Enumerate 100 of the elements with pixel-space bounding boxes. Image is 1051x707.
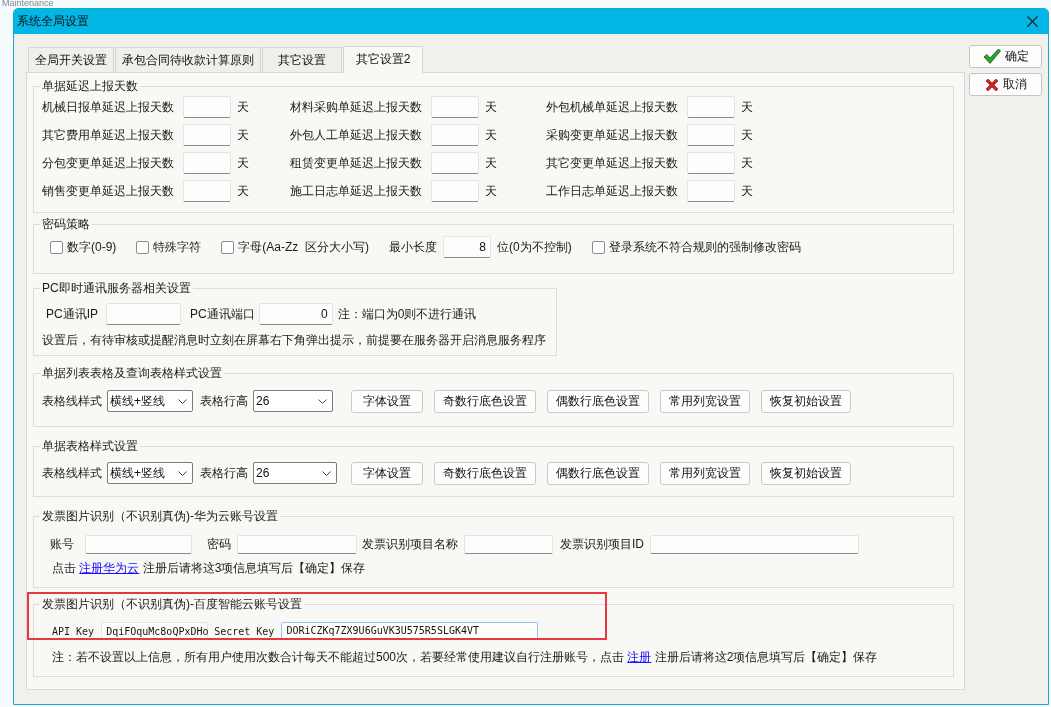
window-title: 系统全局设置	[17, 13, 89, 30]
unit-label: 天	[741, 98, 753, 116]
group-title: 发票图片识别（不识别真伪)-华为云账号设置	[41, 509, 279, 523]
input-field[interactable]	[687, 152, 735, 174]
tab[interactable]: 承包合同待收款计算原则	[115, 47, 261, 72]
dropdown[interactable]: 横线+竖线	[107, 462, 193, 484]
settings-button[interactable]: 恢复初始设置	[761, 461, 851, 485]
field-label: 账号	[50, 535, 74, 553]
group-title: 单据延迟上报天数	[41, 79, 139, 93]
field-label: 机械日报单延迟上报天数	[42, 98, 175, 116]
tab[interactable]: 其它设置2	[343, 46, 423, 73]
input-field[interactable]	[237, 534, 357, 554]
settings-button[interactable]: 常用列宽设置	[660, 461, 750, 485]
tab[interactable]: 其它设置	[262, 47, 342, 72]
field-label: API Key	[52, 625, 95, 637]
checkmark-icon	[982, 48, 1001, 65]
input-field[interactable]: 8	[443, 236, 491, 258]
tab[interactable]: 全局开关设置	[28, 47, 114, 72]
group-title: 发票图片识别（不识别真伪)-百度智能云账号设置	[41, 597, 303, 611]
group-title: 密码策略	[41, 217, 91, 231]
input-field[interactable]	[431, 96, 479, 118]
note-text: 注：端口为0则不进行通讯	[337, 305, 477, 323]
chevron-down-icon	[322, 470, 331, 476]
hint-text: 点击 注册华为云 注册后请将这3项信息填写后【确定】保存	[52, 559, 366, 577]
settings-button[interactable]: 奇数行底色设置	[434, 461, 536, 485]
input-field[interactable]	[431, 180, 479, 202]
checkbox[interactable]	[136, 240, 150, 254]
field-label: 密码	[207, 535, 231, 553]
field-label: 销售变更单延迟上报天数	[42, 182, 175, 200]
field-label: 表格线样式	[42, 464, 102, 482]
input-field[interactable]	[183, 152, 231, 174]
dropdown[interactable]: 横线+竖线	[107, 390, 193, 412]
unit-label: 天	[741, 154, 753, 172]
checkbox-label: 字母(Aa-Zz 区分大小写)	[238, 238, 369, 256]
settings-button[interactable]: 常用列宽设置	[660, 389, 750, 413]
field-label: 外包机械单延迟上报天数	[546, 98, 679, 116]
background-text: Maintenance	[2, 0, 54, 8]
field-label: 材料采购单延迟上报天数	[290, 98, 423, 116]
unit-label: 位(0为不控制)	[497, 238, 572, 256]
settings-button[interactable]: 恢复初始设置	[761, 389, 851, 413]
register-link[interactable]: 注册	[627, 649, 652, 664]
unit-label: 天	[237, 154, 249, 172]
input-field[interactable]	[183, 124, 231, 146]
field-label: 分包变更单延迟上报天数	[42, 154, 175, 172]
dropdown[interactable]: 26	[253, 390, 333, 412]
checkbox-label: 特殊字符	[153, 238, 202, 256]
field-label: 租赁变更单延迟上报天数	[290, 154, 423, 172]
field-label: PC通讯端口	[190, 305, 255, 323]
unit-label: 天	[485, 126, 497, 144]
input-field[interactable]: 0	[258, 303, 333, 325]
unit-label: 天	[237, 98, 249, 116]
note-text: 设置后，有待审核或提醒消息时立刻在屏幕右下角弹出提示，前提要在服务器开启消息服务程序	[42, 331, 546, 349]
checkbox[interactable]	[221, 240, 235, 254]
input-field[interactable]	[431, 124, 479, 146]
close-icon[interactable]	[1027, 16, 1038, 27]
cross-icon	[984, 77, 999, 92]
field-label: 表格线样式	[42, 392, 102, 410]
field-label: 其它变更单延迟上报天数	[546, 154, 679, 172]
group-title: 单据列表表格及查询表格样式设置	[41, 366, 223, 380]
field-label: 其它费用单延迟上报天数	[42, 126, 175, 144]
settings-button[interactable]: 奇数行底色设置	[434, 389, 536, 413]
field-label: 施工日志单延迟上报天数	[290, 182, 423, 200]
checkbox[interactable]	[591, 240, 605, 254]
input-field[interactable]	[431, 152, 479, 174]
settings-button[interactable]: 偶数行底色设置	[547, 461, 649, 485]
input-field[interactable]	[650, 534, 859, 554]
hint-text: 注：若不设置以上信息，所有用户使用次数合计每天不能超过500次，若要经常使用建议自行注册账号，点击 注册 注册后请将这2项信息填写后【确定】保存	[52, 648, 878, 666]
field-label: 发票识别项目ID	[560, 535, 644, 553]
field-label: Secret Key	[214, 625, 275, 637]
chevron-down-icon	[318, 398, 327, 404]
input-field[interactable]	[106, 303, 181, 325]
field-label: 采购变更单延迟上报天数	[546, 126, 679, 144]
settings-button[interactable]: 偶数行底色设置	[547, 389, 649, 413]
checkbox-label: 数字(0-9)	[67, 238, 117, 256]
dropdown[interactable]: 26	[253, 462, 337, 484]
input-field[interactable]	[183, 180, 231, 202]
settings-button[interactable]: 字体设置	[351, 389, 423, 413]
chevron-down-icon	[178, 398, 187, 404]
input-field[interactable]	[687, 96, 735, 118]
field-label: 表格行高	[200, 464, 248, 482]
input-field[interactable]	[85, 534, 192, 554]
input-field[interactable]	[464, 534, 553, 554]
input-field[interactable]	[687, 124, 735, 146]
field-label: 发票识别项目名称	[362, 535, 458, 553]
unit-label: 天	[485, 98, 497, 116]
unit-label: 天	[485, 154, 497, 172]
unit-label: 天	[741, 126, 753, 144]
checkbox[interactable]	[50, 240, 63, 254]
group-title: 单据表格样式设置	[41, 439, 139, 453]
input-field[interactable]	[687, 180, 735, 202]
unit-label: 天	[741, 182, 753, 200]
register-link[interactable]: 注册华为云	[79, 560, 140, 575]
group-title: PC即时通讯服务器相关设置	[41, 281, 192, 295]
confirm-button[interactable]: 确定	[969, 45, 1043, 68]
input-field[interactable]	[183, 96, 231, 118]
checkbox-label: 登录系统不符合规则的强制修改密码	[608, 238, 801, 256]
field-label: 表格行高	[200, 392, 248, 410]
settings-button[interactable]: 字体设置	[351, 461, 423, 485]
field-label: 外包人工单延迟上报天数	[290, 126, 423, 144]
cancel-button[interactable]: 取消	[969, 73, 1043, 96]
